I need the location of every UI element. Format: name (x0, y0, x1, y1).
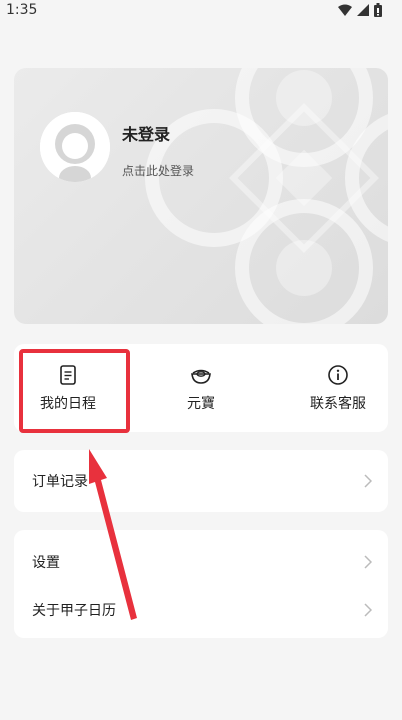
annotation-arrow (89, 449, 137, 620)
